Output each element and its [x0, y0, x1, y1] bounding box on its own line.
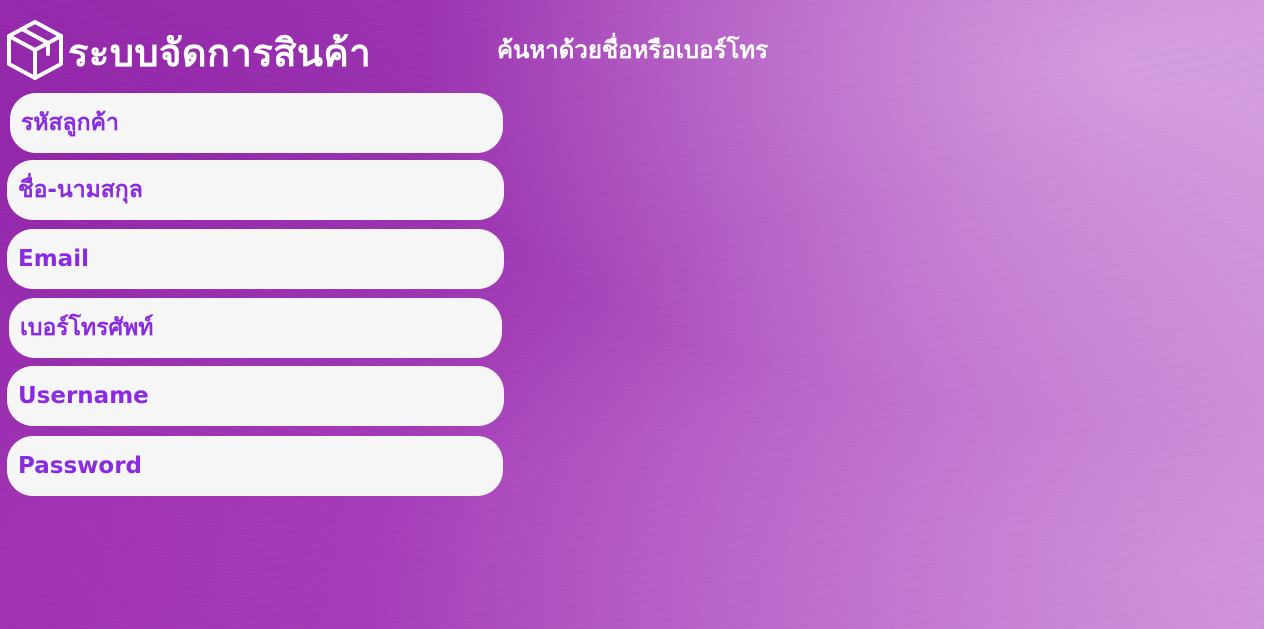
customer-id-field[interactable]: รหัสลูกค้า: [10, 93, 503, 153]
email-placeholder: Email: [18, 246, 89, 272]
username-placeholder: Username: [18, 383, 149, 409]
password-field[interactable]: Password: [7, 436, 503, 496]
search-hint: ค้นหาด้วยชื่อหรือเบอร์โทร: [497, 36, 769, 64]
full-name-placeholder: ชื่อ-นามสกุล: [18, 177, 143, 203]
email-field[interactable]: Email: [7, 229, 504, 289]
customer-id-placeholder: รหัสลูกค้า: [21, 110, 119, 136]
package-box-icon: [5, 18, 65, 82]
phone-placeholder: เบอร์โทรศัพท์: [20, 315, 154, 341]
phone-field[interactable]: เบอร์โทรศัพท์: [9, 298, 502, 358]
full-name-field[interactable]: ชื่อ-นามสกุล: [7, 160, 504, 220]
app-title: ระบบจัดการสินค้า: [68, 31, 372, 75]
password-placeholder: Password: [18, 453, 142, 479]
username-field[interactable]: Username: [7, 366, 504, 426]
